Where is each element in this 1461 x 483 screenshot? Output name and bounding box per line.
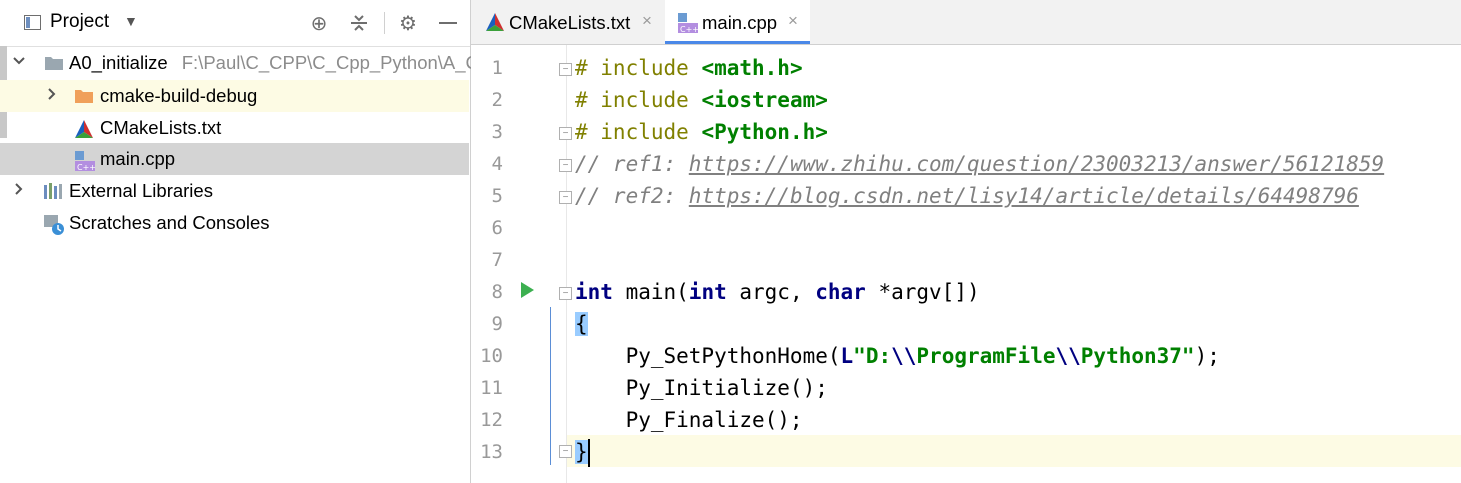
fold-icon[interactable]: −: [559, 127, 572, 140]
minimize-icon[interactable]: [436, 11, 460, 35]
scratches-icon: [43, 214, 64, 235]
code-line-3[interactable]: # include <Python.h>: [575, 116, 828, 148]
line-number: 7: [491, 249, 503, 271]
cmake-icon: [74, 119, 93, 138]
folder-icon: [74, 87, 93, 105]
close-icon[interactable]: ×: [642, 11, 652, 31]
project-path: F:\Paul\C_CPP\C_Cpp_Python\A_C: [181, 52, 479, 73]
tree-item-root[interactable]: A0_initialize F:\Paul\C_CPP\C_Cpp_Python\…: [0, 47, 479, 79]
code-line-13[interactable]: }: [575, 436, 590, 468]
line-number: 4: [491, 153, 503, 175]
chevron-right-icon[interactable]: [45, 87, 59, 105]
line-number: 5: [491, 185, 503, 207]
comment-link[interactable]: https://blog.csdn.net/lisy14/article/det…: [689, 184, 1359, 208]
fold-icon[interactable]: −: [559, 63, 572, 76]
chevron-down-icon[interactable]: [12, 54, 26, 72]
separator: [384, 12, 385, 34]
editor-tab-bar: CMakeLists.txt × C++ main.cpp ×: [471, 0, 1461, 45]
line-number: 8: [491, 281, 503, 303]
tree-item-cmake-build-debug[interactable]: cmake-build-debug: [0, 80, 469, 112]
line-number: 6: [491, 217, 503, 239]
project-pane: Project ▼ ⊕ ⚙ A0_initialize F:\Paul\C_CPP…: [0, 0, 479, 483]
scope-indicator: [550, 307, 551, 465]
code-editor: CMakeLists.txt × C++ main.cpp × 1 2 3 4 …: [471, 0, 1461, 483]
tree-item-cmakelists[interactable]: CMakeLists.txt: [0, 112, 469, 144]
cpp-file-icon: C++: [677, 12, 699, 39]
tree-item-label: main.cpp: [100, 148, 176, 169]
matched-brace: {: [575, 312, 588, 336]
close-icon[interactable]: ×: [788, 11, 798, 31]
tree-item-label: cmake-build-debug: [100, 85, 258, 106]
current-line-highlight: [471, 435, 1461, 467]
code-line-12[interactable]: Py_Finalize();: [575, 404, 803, 436]
fold-icon[interactable]: −: [559, 191, 572, 204]
code-line-8[interactable]: int main(int argc, char *argv[]): [575, 276, 980, 308]
chevron-down-icon[interactable]: ▼: [124, 13, 138, 29]
tree-item-label: A0_initialize F:\Paul\C_CPP\C_Cpp_Python\…: [69, 52, 479, 73]
cpp-file-icon: C++: [74, 150, 96, 172]
tree-item-external-libraries[interactable]: External Libraries: [0, 175, 469, 207]
tree-item-main-cpp[interactable]: C++ main.cpp: [0, 143, 469, 175]
tab-main-cpp[interactable]: C++ main.cpp ×: [665, 0, 810, 44]
comment-link[interactable]: https://www.zhihu.com/question/23003213/…: [689, 152, 1384, 176]
tree-item-scratches[interactable]: Scratches and Consoles: [0, 207, 469, 239]
locate-icon[interactable]: ⊕: [307, 11, 331, 35]
gutter-divider: [566, 45, 567, 483]
line-number: 12: [480, 409, 503, 431]
fold-icon[interactable]: −: [559, 287, 572, 300]
chevron-right-icon[interactable]: [12, 182, 26, 200]
project-view-icon: [24, 15, 41, 30]
line-number: 10: [480, 345, 503, 367]
cmake-icon: [485, 12, 505, 37]
fold-icon[interactable]: −: [559, 445, 572, 458]
active-tab-indicator: [665, 41, 810, 44]
line-number: 11: [480, 377, 503, 399]
line-number: 9: [491, 313, 503, 335]
code-line-5[interactable]: // ref2: https://blog.csdn.net/lisy14/ar…: [575, 180, 1359, 212]
tree-item-label: Scratches and Consoles: [69, 212, 270, 233]
tab-label: CMakeLists.txt: [509, 12, 631, 33]
line-number: 2: [491, 89, 503, 111]
code-line-1[interactable]: # include <math.h>: [575, 52, 803, 84]
code-line-9[interactable]: {: [575, 308, 588, 340]
tab-cmakelists[interactable]: CMakeLists.txt ×: [471, 0, 663, 44]
project-pane-header: Project ▼ ⊕ ⚙: [0, 0, 470, 47]
svg-text:C++: C++: [77, 163, 96, 172]
project-view-title[interactable]: Project: [50, 11, 109, 33]
libraries-icon: [43, 182, 62, 200]
svg-text:C++: C++: [680, 25, 699, 34]
line-number: 3: [491, 121, 503, 143]
code-line-2[interactable]: # include <iostream>: [575, 84, 828, 116]
code-line-11[interactable]: Py_Initialize();: [575, 372, 828, 404]
tree-item-label: External Libraries: [69, 180, 213, 201]
run-icon[interactable]: [521, 282, 534, 298]
text-cursor: [587, 439, 590, 467]
code-line-10[interactable]: Py_SetPythonHome(L"D:\\ProgramFile\\Pyth…: [575, 340, 1220, 372]
fold-icon[interactable]: −: [559, 159, 572, 172]
tree-item-label: CMakeLists.txt: [100, 117, 222, 138]
line-number: 1: [491, 57, 503, 79]
folder-icon: [44, 54, 63, 72]
gear-icon[interactable]: ⚙: [396, 11, 420, 35]
line-number: 13: [480, 441, 503, 463]
tab-label: main.cpp: [702, 12, 778, 33]
collapse-all-icon[interactable]: [347, 11, 371, 35]
code-line-4[interactable]: // ref1: https://www.zhihu.com/question/…: [575, 148, 1384, 180]
matched-brace: }: [575, 440, 588, 464]
